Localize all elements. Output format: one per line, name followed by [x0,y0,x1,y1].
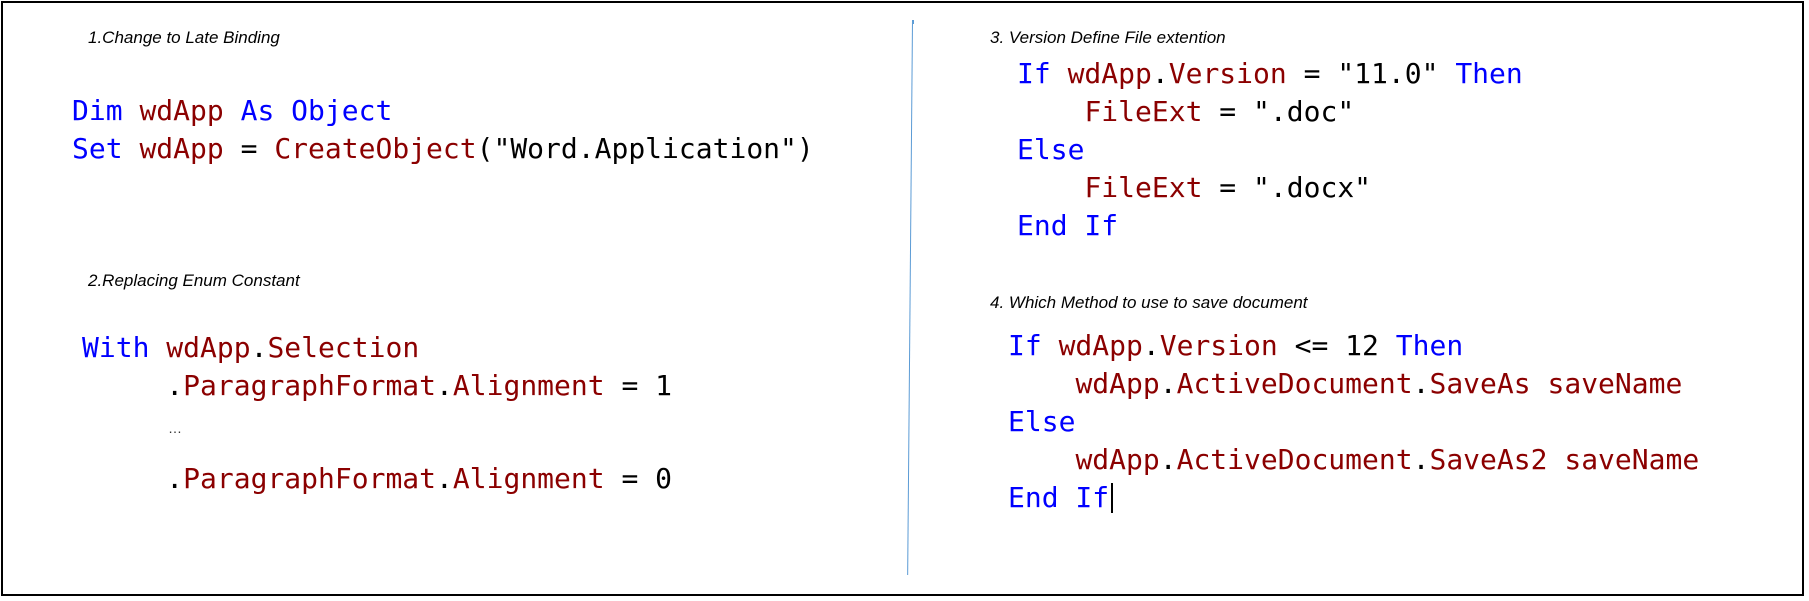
code-identifier: wdApp [139,132,224,165]
section-2-code-bottom: .ParagraphFormat.Alignment = 0 [82,460,672,498]
code-keyword: Then [1455,57,1523,90]
section-4-code[interactable]: If wdApp.Version <= 12 Then wdApp.Active… [1008,327,1699,517]
code-line: wdApp.ActiveDocument.SaveAs saveName [1008,365,1699,403]
code-identifier: FileExt [1084,171,1203,204]
section-1-code: Dim wdApp As Object Set wdApp = CreateObj… [72,92,814,168]
section-3-title: 3. Version Define File extention [990,28,1226,47]
code-identifier: SaveAs2 [1429,443,1548,476]
code-text: = ".doc" [1202,95,1355,128]
code-identifier: wdApp [1067,57,1152,90]
code-text: = 1 [604,369,673,402]
code-text: . [436,462,453,495]
code-text: . [1412,443,1430,476]
code-line: Dim wdApp As Object [72,92,814,130]
code-text: = ".docx" [1202,171,1372,204]
code-text: . [82,369,184,402]
code-identifier: FileExt [1084,95,1203,128]
code-text: . [436,369,453,402]
code-line: .ParagraphFormat.Alignment = 1 [82,367,672,405]
section-4-title: 4. Which Method to use to save document [990,293,1308,312]
code-line: If wdApp.Version = "11.0" Then [1017,55,1523,93]
code-keyword: If [1017,57,1068,90]
code-identifier: SaveAs [1429,367,1531,400]
section-3-code: If wdApp.Version = "11.0" Then FileExt =… [1017,55,1523,245]
code-line: Else [1008,403,1699,441]
code-line: FileExt = ".docx" [1017,169,1523,207]
code-text: . [250,331,268,364]
code-line: With wdApp.Selection [82,329,672,367]
code-text: = 0 [604,462,673,495]
code-keyword: As [223,94,292,127]
text-caret [1111,483,1114,513]
code-line: End If [1017,207,1523,245]
code-line: Set wdApp = CreateObject("Word.Applicati… [72,130,814,168]
section-1-title: 1.Change to Late Binding [88,28,280,47]
code-text: <= 12 [1277,329,1396,362]
code-keyword: Then [1395,329,1464,362]
code-identifier: ActiveDocument [1176,443,1413,476]
code-identifier: wdApp [1058,329,1143,362]
section-2-ellipsis: … [168,420,182,436]
code-text: . [82,462,184,495]
code-identifier: Version [1159,329,1278,362]
code-keyword: Else [1017,133,1085,166]
code-identifier: wdApp [1075,443,1160,476]
code-text: = [223,132,275,165]
code-keyword: End If [1008,481,1110,514]
code-identifier: wdApp [1075,367,1160,400]
code-text: . [1151,57,1169,90]
code-identifier: wdApp [166,331,251,364]
code-keyword: Dim [72,94,140,127]
section-2-code-top: With wdApp.Selection .ParagraphFormat.Al… [82,329,672,405]
code-text: . [1142,329,1160,362]
code-line: .ParagraphFormat.Alignment = 0 [82,460,672,498]
code-line: wdApp.ActiveDocument.SaveAs2 saveName [1008,441,1699,479]
code-text: = "11.0" [1286,57,1456,90]
code-identifier: CreateObject [274,132,477,165]
code-line: Else [1017,131,1523,169]
code-identifier: Alignment [452,462,605,495]
code-keyword: With [82,331,167,364]
code-text: ("Word.Application") [476,132,814,165]
code-keyword: Set [72,132,140,165]
section-2-title: 2.Replacing Enum Constant [88,271,300,290]
code-identifier: ActiveDocument [1176,367,1413,400]
code-text: . [1159,367,1177,400]
code-keyword: Else [1008,405,1076,438]
code-identifier: Version [1168,57,1287,90]
code-line: End If [1008,479,1699,517]
code-identifier: wdApp [139,94,224,127]
code-identifier: Selection [267,331,420,364]
section-divider [913,20,914,24]
code-identifier: Alignment [452,369,605,402]
code-keyword: Object [291,94,393,127]
code-keyword: If [1008,329,1059,362]
code-identifier: ParagraphFormat [183,369,437,402]
code-line: If wdApp.Version <= 12 Then [1008,327,1699,365]
code-text: . [1159,443,1177,476]
code-line: FileExt = ".doc" [1017,93,1523,131]
code-text: . [1412,367,1430,400]
code-identifier: saveName [1564,443,1700,476]
code-keyword: End If [1017,209,1119,242]
code-identifier: ParagraphFormat [183,462,437,495]
code-identifier: saveName [1547,367,1683,400]
